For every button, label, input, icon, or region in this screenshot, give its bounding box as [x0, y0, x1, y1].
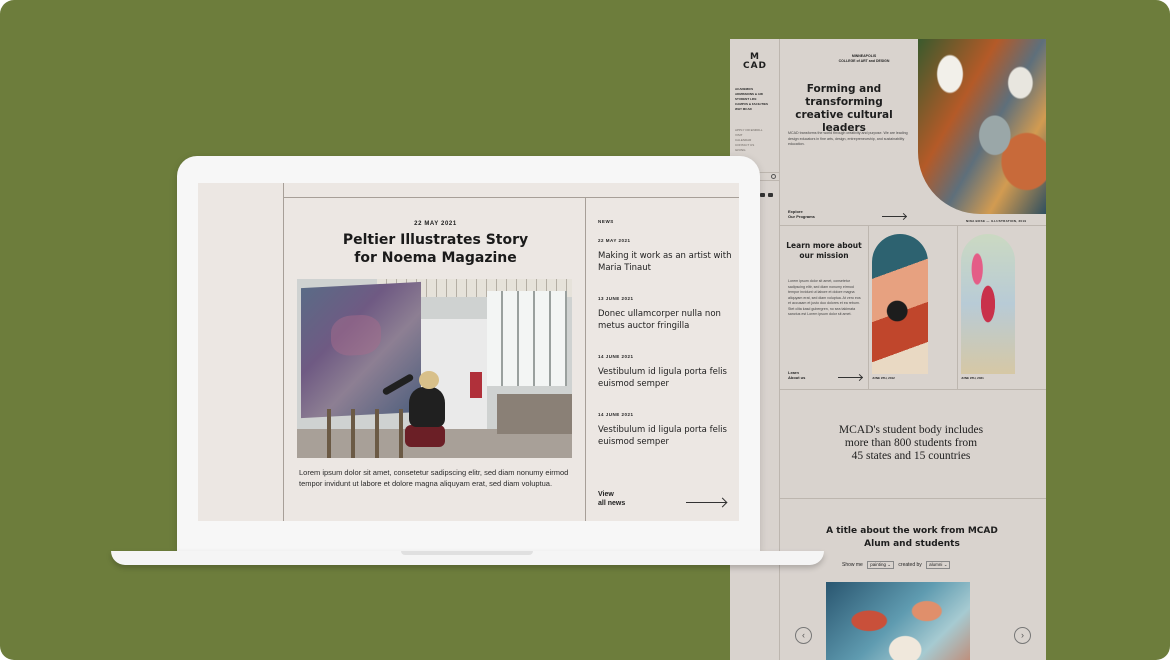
- student-body-stat: MCAD's student body includes more than 8…: [838, 424, 984, 462]
- news-date: 13 JUNE 2021: [598, 296, 634, 301]
- view-all-news-link[interactable]: View all news: [598, 490, 625, 508]
- divider: [780, 498, 1046, 499]
- column-divider: [585, 198, 586, 521]
- news-date: 22 MAY 2021: [598, 238, 631, 243]
- artwork-caption: JUNE 9TH, 2021: [961, 376, 984, 380]
- filter-label: Show me: [842, 562, 863, 568]
- news-headline[interactable]: Vestibulum id ligula porta felis euismod…: [598, 367, 733, 390]
- news-headline[interactable]: Making it work as an artist with Maria T…: [598, 251, 733, 274]
- divider: [780, 225, 1046, 226]
- photo-detail: [419, 371, 439, 389]
- learn-about-us-link[interactable]: Learn About us: [788, 370, 805, 380]
- medium-select[interactable]: painting ⌄: [867, 561, 895, 569]
- divider: [957, 225, 958, 389]
- screen-topbar: [284, 183, 739, 198]
- news-item[interactable]: 13 JUNE 2021 Donec ullamcorper nulla non…: [598, 296, 733, 354]
- mission-body: Lorem ipsum dolor sit amet, consetetur s…: [788, 279, 861, 316]
- hero-artwork-image: [918, 39, 1046, 214]
- presentation-background: M CAD ACADEMICS ADMISSIONS & AID STUDENT…: [0, 0, 1170, 660]
- artwork-image[interactable]: [961, 234, 1015, 374]
- mcad-logo[interactable]: M CAD: [730, 53, 780, 71]
- laptop-frame: 22 MAY 2021 Peltier Illustrates Story fo…: [177, 156, 760, 552]
- primary-nav: ACADEMICS ADMISSIONS & AID STUDENT LIFE …: [735, 87, 768, 112]
- article-date: 22 MAY 2021: [414, 221, 457, 227]
- article-title[interactable]: Peltier Illustrates Story for Noema Maga…: [286, 231, 585, 267]
- laptop-screen: 22 MAY 2021 Peltier Illustrates Story fo…: [198, 183, 739, 521]
- work-section-title: A title about the work from MCAD Alum an…: [826, 526, 998, 549]
- social-links: [760, 184, 776, 202]
- news-date: 14 JUNE 2021: [598, 354, 634, 359]
- filter-label: created by: [898, 562, 922, 568]
- news-item[interactable]: 14 JUNE 2021 Vestibulum id ligula porta …: [598, 354, 733, 412]
- work-filter: Show me painting ⌄ created by alumni ⌄: [842, 561, 953, 569]
- explore-programs-link[interactable]: Explore Our Programs: [788, 209, 815, 219]
- article-photo[interactable]: [297, 279, 572, 458]
- medium-select-value: painting: [870, 562, 886, 567]
- photo-detail: [497, 394, 572, 434]
- creator-select[interactable]: alumni ⌄: [926, 561, 951, 569]
- youtube-icon[interactable]: [760, 193, 765, 197]
- mission-title: Learn more about our mission: [786, 241, 862, 260]
- nav-item-giving[interactable]: GIVING: [735, 148, 763, 153]
- search-icon[interactable]: [771, 174, 776, 179]
- carousel-prev-button[interactable]: ‹: [795, 627, 812, 644]
- artwork-image[interactable]: [872, 234, 928, 374]
- college-name: MINNEAPOLIS COLLEGE of ART and DESIGN: [838, 54, 890, 63]
- news-headline[interactable]: Vestibulum id ligula porta felis euismod…: [598, 425, 733, 448]
- arrow-right-icon[interactable]: [882, 216, 906, 217]
- photo-detail: [470, 372, 482, 398]
- creator-select-value: alumni: [929, 562, 943, 567]
- nav-item-why-mcad[interactable]: WHY MCAD: [735, 107, 768, 112]
- divider: [868, 225, 869, 389]
- photo-detail: [307, 409, 407, 458]
- photo-detail: [381, 371, 449, 451]
- laptop-base: [111, 551, 824, 565]
- arrow-right-icon[interactable]: [838, 377, 862, 378]
- arrow-right-icon[interactable]: [686, 502, 726, 503]
- artwork-caption: JUNE 9TH, 2012: [872, 376, 895, 380]
- carousel-next-button[interactable]: ›: [1014, 627, 1031, 644]
- mcad-homepage-mockup: M CAD ACADEMICS ADMISSIONS & AID STUDENT…: [730, 39, 1046, 660]
- hero-title: Forming and transforming creative cultur…: [795, 83, 893, 134]
- linkedin-icon[interactable]: [768, 193, 773, 197]
- news-item[interactable]: 22 MAY 2021 Making it work as an artist …: [598, 238, 733, 296]
- secondary-nav: APPLY OR ENROLL VISIT CALENDAR CONTACT U…: [735, 128, 763, 153]
- photo-detail: [405, 425, 445, 447]
- news-label: NEWS: [598, 219, 614, 224]
- hero-body: MCAD transforms the world through creati…: [788, 131, 908, 146]
- news-headline[interactable]: Donec ullamcorper nulla non metus auctor…: [598, 309, 733, 332]
- photo-detail: [487, 291, 567, 386]
- article-body: Lorem ipsum dolor sit amet, consetetur s…: [299, 468, 569, 488]
- laptop-hinge-notch: [401, 551, 533, 555]
- hero-image-caption: NINA BOSE — ILLUSTRATION, 2019: [966, 219, 1027, 223]
- news-list: 22 MAY 2021 Making it work as an artist …: [598, 238, 733, 470]
- screen-sidebar: [198, 183, 284, 521]
- news-date: 14 JUNE 2021: [598, 412, 634, 417]
- photo-detail: [409, 387, 445, 427]
- work-carousel-image[interactable]: [826, 582, 970, 660]
- news-item[interactable]: 14 JUNE 2021 Vestibulum id ligula porta …: [598, 412, 733, 470]
- divider: [780, 389, 1046, 390]
